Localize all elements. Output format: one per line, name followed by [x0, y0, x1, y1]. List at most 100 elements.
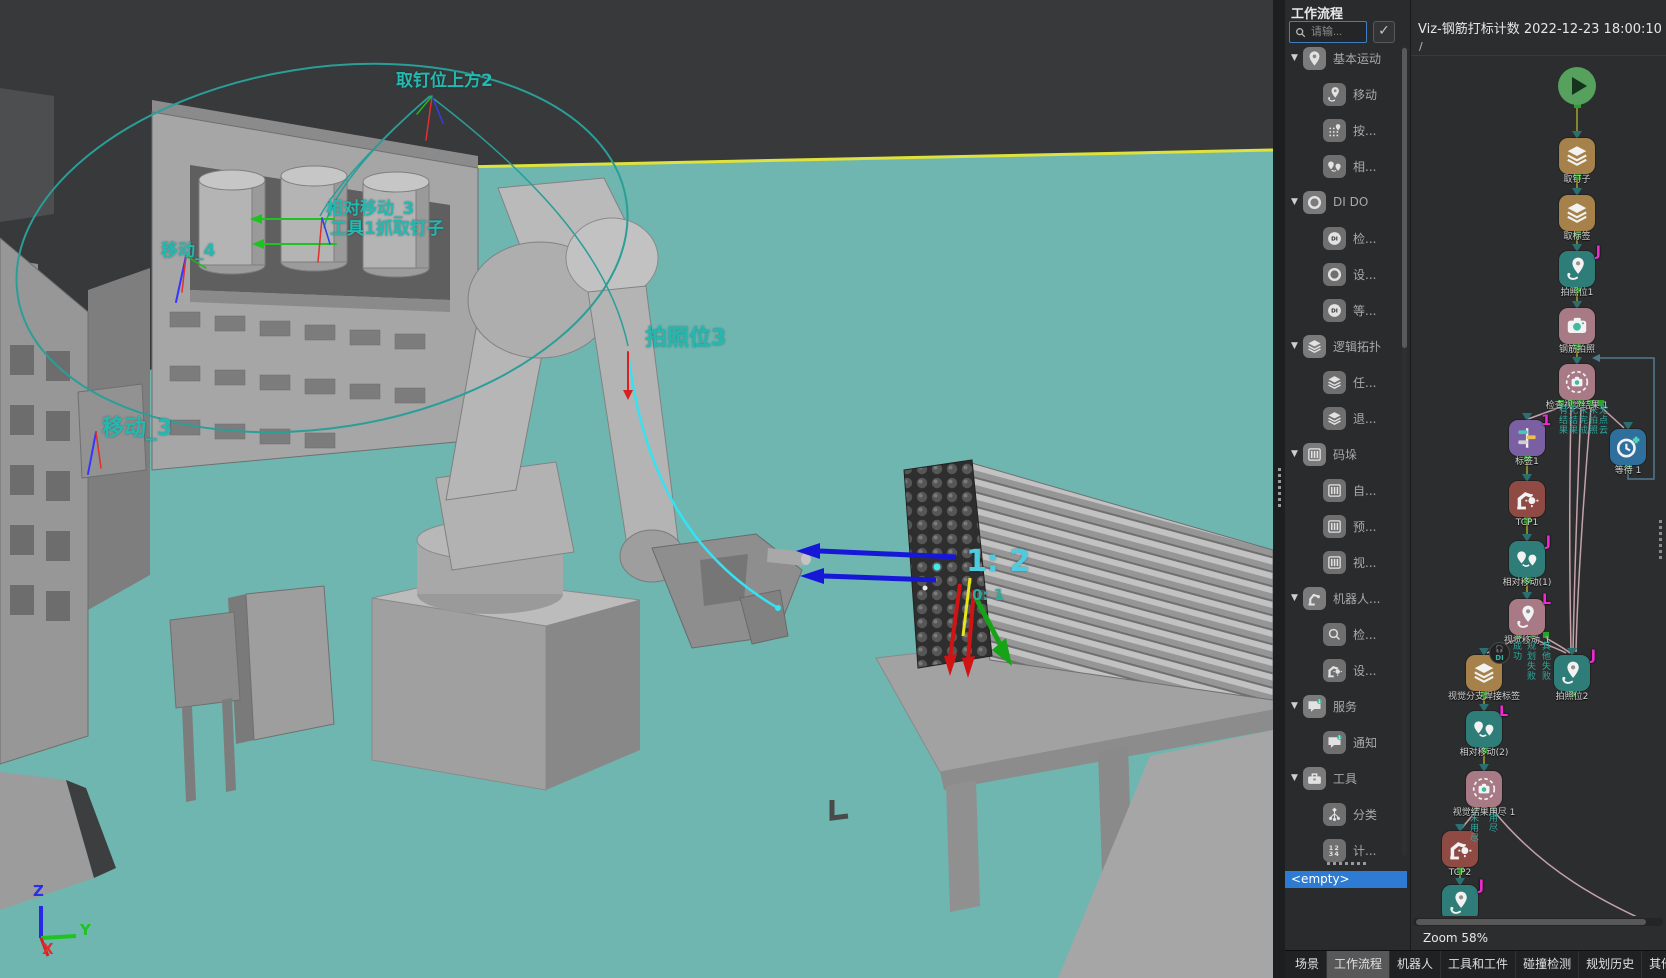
- search-icon: [1294, 26, 1307, 39]
- splitter-handle-icon[interactable]: [1278, 468, 1281, 508]
- tree-category[interactable]: ▼逻辑拓扑: [1285, 328, 1403, 364]
- chevron-down-icon[interactable]: ▼: [1291, 449, 1303, 459]
- tree-item[interactable]: 移动: [1285, 76, 1403, 112]
- item-icon-badge: [1323, 83, 1346, 106]
- tree-category[interactable]: ▼DI DO: [1285, 184, 1403, 220]
- node-body[interactable]: [1559, 138, 1595, 174]
- scrollbar-thumb[interactable]: [1402, 48, 1407, 348]
- workflow-canvas[interactable]: 取钉子取标签 J拍照位1 钢筋拍照检查视觉结果 1 等待 1 1标签1 TCP1 J相对移动…: [1411, 55, 1666, 916]
- play-button[interactable]: [1558, 67, 1596, 105]
- panel-splitter[interactable]: [1273, 0, 1285, 978]
- flow-node[interactable]: 等待 1: [1610, 429, 1646, 465]
- tree-item[interactable]: 1通知: [1285, 724, 1403, 760]
- tree-splitter[interactable]: [1285, 860, 1410, 869]
- bottom-tab[interactable]: 碰撞检测: [1516, 951, 1579, 978]
- bottom-tab[interactable]: 工具和工件: [1441, 951, 1516, 978]
- scrollbar-thumb[interactable]: [1416, 919, 1646, 925]
- canvas-horizontal-scrollbar[interactable]: [1413, 918, 1663, 926]
- gizmo-y-label: Y: [80, 921, 91, 939]
- tree-scrollbar[interactable]: [1402, 46, 1407, 856]
- tree-category[interactable]: ▼ 机器人...: [1285, 580, 1403, 616]
- tree-item[interactable]: 检...: [1285, 616, 1403, 652]
- bottom-tab[interactable]: 场景: [1288, 951, 1327, 978]
- node-badge: J: [1596, 244, 1601, 260]
- item-icon-badge: [1323, 623, 1346, 646]
- bottom-tab[interactable]: 机器人: [1390, 951, 1441, 978]
- category-icon-badge: 1: [1303, 695, 1326, 718]
- scene-canvas[interactable]: [0, 0, 1273, 978]
- tree-item-label: 检...: [1353, 230, 1376, 247]
- node-badge: 1: [1541, 413, 1551, 429]
- chevron-down-icon[interactable]: ▼: [1291, 701, 1303, 711]
- chevron-down-icon[interactable]: ▼: [1291, 197, 1303, 207]
- tree-item[interactable]: 分类: [1285, 796, 1403, 832]
- flow-node[interactable]: 钢筋拍照: [1559, 308, 1595, 344]
- tree-category-label: 机器人...: [1333, 590, 1380, 607]
- flow-node[interactable]: J拍照位2: [1554, 655, 1590, 691]
- tree-item[interactable]: 任...: [1285, 364, 1403, 400]
- node-body[interactable]: [1559, 308, 1595, 344]
- flow-node[interactable]: J拍照位1: [1559, 251, 1595, 287]
- tree-item[interactable]: DI检...: [1285, 220, 1403, 256]
- tree-category-label: 基本运动: [1333, 50, 1381, 67]
- node-body[interactable]: J: [1509, 541, 1545, 577]
- tree-item[interactable]: 自...: [1285, 472, 1403, 508]
- flow-node[interactable]: 取钉子: [1559, 138, 1595, 174]
- flow-node[interactable]: J: [1442, 885, 1478, 916]
- bottom-tab[interactable]: 工作流程: [1327, 951, 1390, 978]
- chevron-down-icon[interactable]: ▼: [1291, 53, 1303, 63]
- flow-node[interactable]: L相对移动(2): [1466, 711, 1502, 747]
- workflow-breadcrumb[interactable]: /: [1419, 40, 1423, 53]
- selection-empty-bar[interactable]: <empty>: [1285, 871, 1407, 888]
- flow-node[interactable]: TCP1: [1509, 481, 1545, 517]
- node-body[interactable]: 1: [1509, 420, 1545, 456]
- tree-item[interactable]: DI等...: [1285, 292, 1403, 328]
- bottom-tab[interactable]: 其他: [1642, 951, 1666, 978]
- node-body[interactable]: [1559, 195, 1595, 231]
- node-body[interactable]: J: [1554, 655, 1590, 691]
- tree-item[interactable]: 预...: [1285, 508, 1403, 544]
- tree-category[interactable]: ▼工具: [1285, 760, 1403, 796]
- right-splitter-handle-icon[interactable]: [1659, 520, 1662, 560]
- tree-category[interactable]: ▼1服务: [1285, 688, 1403, 724]
- tree-category[interactable]: ▼码垛: [1285, 436, 1403, 472]
- 3d-viewport[interactable]: 取钉位上方2相对移动_3工具1抓取钉子移动_4拍照位3移动_31: 20: 1 …: [0, 0, 1273, 978]
- node-body[interactable]: [1559, 364, 1595, 400]
- chevron-down-icon[interactable]: ▼: [1291, 773, 1303, 783]
- flow-node[interactable]: 1标签1: [1509, 420, 1545, 456]
- tree-item[interactable]: 设...: [1285, 652, 1403, 688]
- search-input[interactable]: [1309, 25, 1366, 39]
- tree-category[interactable]: ▼ 基本运动: [1285, 40, 1403, 76]
- node-label: 等待 1: [1573, 466, 1666, 476]
- node-body[interactable]: L: [1466, 711, 1502, 747]
- di-status-node[interactable]: 🎧DI: [1489, 642, 1510, 664]
- flow-node[interactable]: J相对移动(1): [1509, 541, 1545, 577]
- tcp-icon: [1326, 662, 1343, 679]
- chevron-down-icon[interactable]: ▼: [1291, 341, 1303, 351]
- edge-condition-label: 未用尽: [1468, 813, 1478, 843]
- tree-item-label: 自...: [1353, 482, 1376, 499]
- edge-condition-label: 规划失败: [1525, 641, 1535, 681]
- robot-icon: [1306, 590, 1323, 607]
- chevron-down-icon[interactable]: ▼: [1291, 593, 1303, 603]
- node-body[interactable]: [1509, 481, 1545, 517]
- tree-item[interactable]: 视...: [1285, 544, 1403, 580]
- flow-node[interactable]: 取标签: [1559, 195, 1595, 231]
- tree-item[interactable]: 相...: [1285, 148, 1403, 184]
- splitter-handle-icon[interactable]: [1327, 862, 1369, 865]
- bottom-tab[interactable]: 规划历史: [1579, 951, 1642, 978]
- tree-item-label: 移动: [1353, 86, 1377, 103]
- flow-node[interactable]: 检查视觉结果 1: [1559, 364, 1595, 400]
- node-body[interactable]: J: [1442, 885, 1478, 916]
- node-body[interactable]: J: [1559, 251, 1595, 287]
- flow-node[interactable]: 视觉结果用尽 1: [1466, 771, 1502, 807]
- flow-node[interactable]: L视觉移动_1: [1509, 599, 1545, 635]
- item-icon-badge: [1323, 551, 1346, 574]
- tree-item[interactable]: 按...: [1285, 112, 1403, 148]
- node-body[interactable]: [1610, 429, 1646, 465]
- svg-text:3: 3: [1329, 850, 1333, 858]
- node-body[interactable]: [1466, 771, 1502, 807]
- tree-item[interactable]: 退...: [1285, 400, 1403, 436]
- node-body[interactable]: L: [1509, 599, 1545, 635]
- tree-item[interactable]: 设...: [1285, 256, 1403, 292]
